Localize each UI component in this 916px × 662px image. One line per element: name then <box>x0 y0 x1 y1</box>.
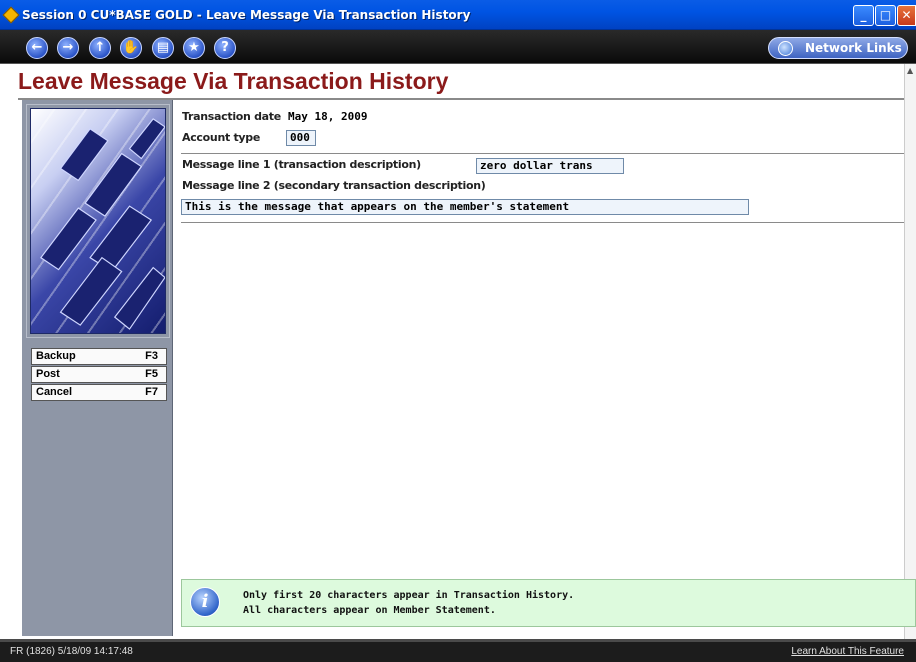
info-icon: i <box>190 587 220 617</box>
backup-key: F3 <box>145 350 158 362</box>
post-button[interactable]: Post F5 <box>31 366 167 383</box>
close-button[interactable]: ✕ <box>897 5 916 26</box>
post-key: F5 <box>145 368 158 380</box>
print-icon[interactable]: ▤ <box>152 37 174 59</box>
keyboard-image <box>30 108 166 334</box>
scroll-up-arrow-icon[interactable]: ▲ <box>907 66 913 75</box>
forward-icon[interactable]: → <box>57 37 79 59</box>
status-bar: FR (1826) 5/18/09 14:17:48 Learn About T… <box>0 639 916 662</box>
minimize-button[interactable]: _ <box>853 5 874 26</box>
keyboard-keys-graphic <box>40 118 165 330</box>
account-type-field[interactable]: 000 <box>286 130 316 146</box>
star-icon[interactable]: ★ <box>183 37 205 59</box>
message-line2-input[interactable]: This is the message that appears on the … <box>181 199 749 215</box>
vertical-scrollbar[interactable]: ▲ <box>904 64 916 639</box>
up-icon[interactable]: ↑ <box>89 37 111 59</box>
window-titlebar: Session 0 CU*BASE GOLD - Leave Message V… <box>0 0 916 30</box>
transaction-date-label: Transaction date <box>182 110 281 123</box>
sidebar: Backup F3 Post F5 Cancel F7 <box>22 100 173 636</box>
backup-button[interactable]: Backup F3 <box>31 348 167 365</box>
message-line2-label: Message line 2 (secondary transaction de… <box>182 179 486 192</box>
page-title: Leave Message Via Transaction History <box>18 68 449 94</box>
help-icon[interactable]: ? <box>214 37 236 59</box>
post-label: Post <box>36 368 60 380</box>
account-type-label: Account type <box>182 131 261 144</box>
network-links-button[interactable]: Network Links <box>768 37 908 59</box>
form-divider-top <box>181 153 904 154</box>
info-line-1: Only first 20 characters appear in Trans… <box>243 590 575 601</box>
app-icon <box>2 6 20 24</box>
cancel-key: F7 <box>145 386 158 398</box>
transaction-date-value: May 18, 2009 <box>288 110 368 123</box>
info-message-box: i Only first 20 characters appear in Tra… <box>181 579 916 627</box>
hand-icon[interactable]: ✋ <box>120 37 142 59</box>
cancel-label: Cancel <box>36 386 73 398</box>
maximize-button[interactable]: □ <box>875 5 896 26</box>
message-line1-input[interactable]: zero dollar trans <box>476 158 624 174</box>
window-title: Session 0 CU*BASE GOLD - Leave Message V… <box>22 8 471 22</box>
navigation-toolbar: ← → ↑ ✋ ▤ ★ ? Network Links <box>0 30 916 64</box>
backup-label: Backup <box>36 350 76 362</box>
info-line-2: All characters appear on Member Statemen… <box>243 605 496 616</box>
session-status: FR (1826) 5/18/09 14:17:48 <box>10 646 133 657</box>
back-icon[interactable]: ← <box>26 37 48 59</box>
globe-icon <box>778 41 793 56</box>
cancel-button[interactable]: Cancel F7 <box>31 384 167 401</box>
form-divider-bottom <box>181 222 904 223</box>
network-links-label: Network Links <box>805 41 902 55</box>
learn-about-feature-link[interactable]: Learn About This Feature <box>791 646 904 657</box>
message-line1-label: Message line 1 (transaction description) <box>182 158 421 171</box>
